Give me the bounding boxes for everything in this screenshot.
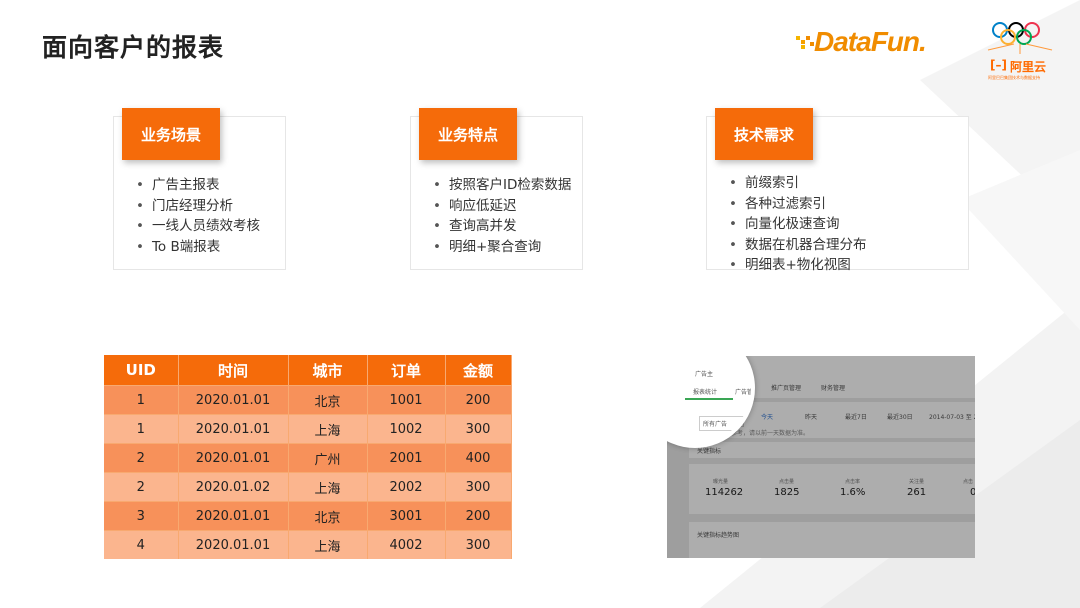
- table-cell: 1: [104, 384, 179, 415]
- list-item: 明细表+物化视图: [729, 255, 866, 276]
- list-item: 响应低延迟: [433, 196, 571, 217]
- table-cell: 3001: [367, 501, 446, 531]
- card-header-feature: 业务特点: [419, 108, 517, 160]
- datafun-logo: DataFun.: [796, 24, 936, 64]
- list-item: 各种过滤索引: [729, 194, 866, 215]
- table-cell: 200: [445, 384, 512, 415]
- list-item: 按照客户ID检索数据: [433, 175, 571, 196]
- table-row: 3 2020.01.01 北京 3001 200: [104, 501, 512, 531]
- table-cell: 1: [104, 414, 179, 444]
- table-cell: 2002: [367, 472, 446, 502]
- table-cell: 200: [445, 501, 512, 531]
- aliyun-bracket-icon: [–]: [990, 58, 1007, 72]
- column-header: 城市: [288, 355, 368, 386]
- ad-dashboard-screenshot: 广告主 报表统计 广告管理 推广页管理 财务管理 所有广告 今天 昨天 最近7日…: [667, 356, 975, 558]
- table-row: 2 2020.01.01 广州 2001 400: [104, 443, 512, 473]
- table-cell: 上海: [288, 472, 368, 502]
- table-cell: 2020.01.01: [178, 384, 289, 415]
- highlight-tab-report[interactable]: 报表统计: [693, 387, 717, 396]
- card-header-requirement: 技术需求: [715, 108, 813, 160]
- table-cell: 2001: [367, 443, 446, 473]
- active-tab-indicator: [685, 398, 733, 400]
- list-item: 前缀索引: [729, 173, 866, 194]
- aliyun-olympic-logo: [–] 阿里云 阿里巴巴集团技术与数据支持: [984, 18, 1056, 84]
- table-row: 1 2020.01.01 北京 1001 200: [104, 384, 512, 415]
- table-row: 1 2020.01.01 上海 1002 300: [104, 414, 512, 444]
- card-header-scenario: 业务场景: [122, 108, 220, 160]
- column-header: 订单: [367, 355, 446, 386]
- table-cell: 北京: [288, 501, 368, 531]
- page-title: 面向客户的报表: [42, 33, 225, 62]
- table-cell: 3: [104, 501, 179, 531]
- table-row: 4 2020.01.01 上海 4002 300: [104, 530, 512, 559]
- table-cell: 2020.01.01: [178, 530, 289, 559]
- table-cell: 2020.01.01: [178, 414, 289, 444]
- feature-list: 按照客户ID检索数据 响应低延迟 查询高并发 明细+聚合查询: [433, 175, 571, 257]
- table-cell: 2020.01.02: [178, 472, 289, 502]
- table-cell: 400: [445, 443, 512, 473]
- table-cell: 2020.01.01: [178, 443, 289, 473]
- list-item: 查询高并发: [433, 216, 571, 237]
- list-item: To B端报表: [136, 237, 260, 258]
- highlight-tab-ad-manage[interactable]: 广告管理: [735, 387, 751, 396]
- scenario-list: 广告主报表 门店经理分析 一线人员绩效考核 To B端报表: [136, 175, 260, 257]
- table-cell: 4002: [367, 530, 446, 559]
- table-header-row: UID 时间 城市 订单 金额: [104, 355, 512, 386]
- olympic-rings-icon: [987, 22, 1053, 54]
- table-row: 2 2020.01.02 上海 2002 300: [104, 472, 512, 502]
- list-item: 明细+聚合查询: [433, 237, 571, 258]
- table-cell: 2: [104, 472, 179, 502]
- table-cell: 2020.01.01: [178, 501, 289, 531]
- table-cell: 上海: [288, 530, 368, 559]
- table-cell: 2: [104, 443, 179, 473]
- table-cell: 1001: [367, 384, 446, 415]
- highlight-ad-filter-select[interactable]: 所有广告: [699, 416, 749, 431]
- list-item: 门店经理分析: [136, 196, 260, 217]
- table-cell: 广州: [288, 443, 368, 473]
- table-cell: 4: [104, 530, 179, 559]
- table-cell: 上海: [288, 414, 368, 444]
- column-header: UID: [104, 355, 179, 386]
- datafun-dots-icon: [796, 36, 814, 49]
- column-header: 时间: [178, 355, 289, 386]
- list-item: 一线人员绩效考核: [136, 216, 260, 237]
- table-cell: 300: [445, 530, 512, 559]
- table-cell: 300: [445, 414, 512, 444]
- table-cell: 1002: [367, 414, 446, 444]
- column-header: 金额: [445, 355, 512, 386]
- table-cell: 北京: [288, 384, 368, 415]
- table-cell: 300: [445, 472, 512, 502]
- requirement-list: 前缀索引 各种过滤索引 向量化极速查询 数据在机器合理分布 明细表+物化视图: [729, 173, 867, 276]
- list-item: 数据在机器合理分布: [729, 235, 867, 256]
- list-item: 向量化极速查询: [729, 214, 866, 235]
- order-table: UID 时间 城市 订单 金额 1 2020.01.01 北京 1001 200…: [104, 355, 512, 559]
- list-item: 广告主报表: [136, 175, 260, 196]
